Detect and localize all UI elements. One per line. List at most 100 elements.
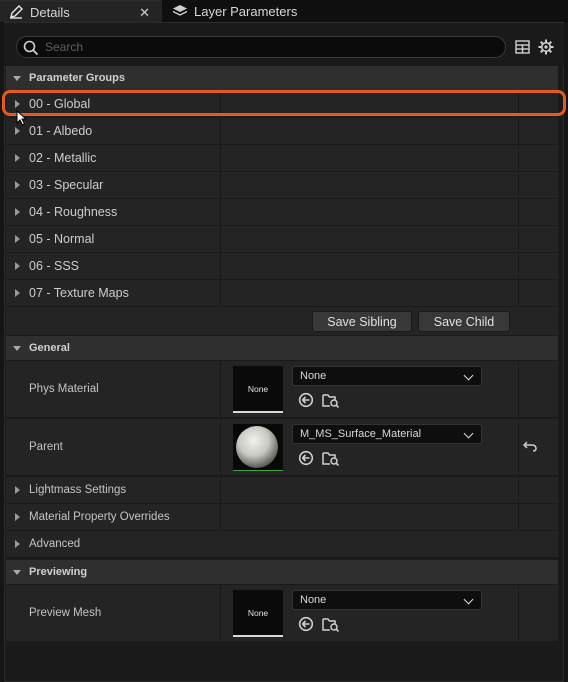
group-label: 07 - Texture Maps [29,286,129,300]
chevron-right-icon [15,181,20,189]
mouse-cursor-icon [16,109,28,126]
column-divider [220,172,221,198]
chevron-down-icon [13,76,21,81]
group-label: 01 - Albedo [29,124,93,138]
chevron-down-icon [463,428,474,439]
property-label: Lightmass Settings [29,484,127,496]
chevron-right-icon [15,289,20,297]
column-divider [220,199,221,225]
section-title: Previewing [29,566,88,578]
chevron-down-icon [13,570,21,575]
column-divider [220,280,221,306]
lightmass-settings-row[interactable]: Lightmass Settings [6,477,558,504]
column-divider [518,280,519,306]
reset-to-default-icon[interactable] [522,438,538,454]
group-label: 03 - Specular [29,178,104,192]
save-child-button[interactable]: Save Child [418,311,510,332]
section-header-parameter-groups[interactable]: Parameter Groups [6,66,558,90]
column-divider [220,504,221,530]
group-label: 00 - Global [29,97,91,111]
asset-thumbnail[interactable]: None [233,366,283,413]
browse-icon[interactable] [322,615,340,633]
close-icon[interactable]: ✕ [139,5,150,21]
chevron-down-icon [463,594,474,605]
chevron-right-icon [15,513,20,521]
column-divider [518,199,519,225]
pencil-icon [8,5,24,19]
column-divider [518,361,519,417]
tab-layer-parameters[interactable]: Layer Parameters [166,0,356,22]
group-row-specular[interactable]: 03 - Specular [6,172,558,199]
group-row-texture-maps[interactable]: 07 - Texture Maps [6,280,558,307]
column-divider [518,145,519,171]
column-divider [518,91,519,117]
column-divider [518,118,519,144]
tab-layer-parameters-label: Layer Parameters [194,3,298,19]
section-header-previewing[interactable]: Previewing [6,560,558,584]
combo-value: None [300,594,327,606]
tab-details-label: Details [30,4,70,20]
parent-material-combo[interactable]: M_MS_Surface_Material [292,424,482,444]
property-label: Parent [29,441,63,453]
save-sibling-button[interactable]: Save Sibling [312,311,412,332]
tab-details[interactable]: Details ✕ [0,0,162,22]
search-row [4,24,564,66]
property-label: Phys Material [29,383,99,395]
chevron-right-icon [15,154,20,162]
search-input[interactable] [45,39,485,55]
group-label: 02 - Metallic [29,151,97,165]
preview-mesh-row: Preview Mesh None None [6,585,558,642]
preview-mesh-combo[interactable]: None [292,590,482,610]
chevron-right-icon [15,100,20,108]
group-row-sss[interactable]: 06 - SSS [6,253,558,280]
phys-material-combo[interactable]: None [292,366,482,386]
column-divider [518,477,519,503]
search-box[interactable] [16,36,506,58]
column-divider [518,585,519,641]
chevron-right-icon [15,127,20,135]
section-title: Parameter Groups [29,72,125,84]
column-divider [220,226,221,252]
browse-icon[interactable] [322,449,340,467]
group-row-roughness[interactable]: 04 - Roughness [6,199,558,226]
advanced-row[interactable]: Advanced [6,531,558,558]
group-row-albedo[interactable]: 01 - Albedo [6,118,558,145]
group-row-normal[interactable]: 05 - Normal [6,226,558,253]
use-selected-icon[interactable] [297,391,315,409]
column-divider [518,504,519,530]
chevron-down-icon [13,346,21,351]
material-sphere-icon [233,423,283,470]
use-selected-icon[interactable] [297,449,315,467]
use-selected-icon[interactable] [297,615,315,633]
group-row-global[interactable]: 00 - Global [6,91,558,118]
column-divider [220,145,221,171]
chevron-down-icon [463,370,474,381]
section-header-general[interactable]: General [6,336,558,360]
combo-value: None [300,370,327,382]
browse-icon[interactable] [322,391,340,409]
column-divider [220,118,221,144]
save-buttons-row: Save Sibling Save Child [6,307,558,335]
column-divider [220,585,221,641]
group-label: 06 - SSS [29,259,80,273]
group-label: 04 - Roughness [29,205,118,219]
property-label: Material Property Overrides [29,511,170,523]
chevron-right-icon [15,262,20,270]
chevron-right-icon [15,486,20,494]
group-label: 05 - Normal [29,232,95,246]
column-divider [518,419,519,475]
property-label: Advanced [29,538,81,550]
material-property-overrides-row[interactable]: Material Property Overrides [6,504,558,531]
gear-icon[interactable] [537,38,555,56]
section-title: General [29,342,70,354]
asset-thumbnail[interactable]: None [233,590,283,637]
column-divider [518,253,519,279]
group-row-metallic[interactable]: 02 - Metallic [6,145,558,172]
parent-row: Parent M_MS_Surface_Material [6,419,558,476]
chevron-right-icon [15,540,20,548]
combo-value: M_MS_Surface_Material [300,428,422,440]
material-thumbnail[interactable] [233,423,283,471]
table-view-icon[interactable] [513,38,531,56]
column-divider [220,361,221,417]
layers-icon [172,4,188,18]
